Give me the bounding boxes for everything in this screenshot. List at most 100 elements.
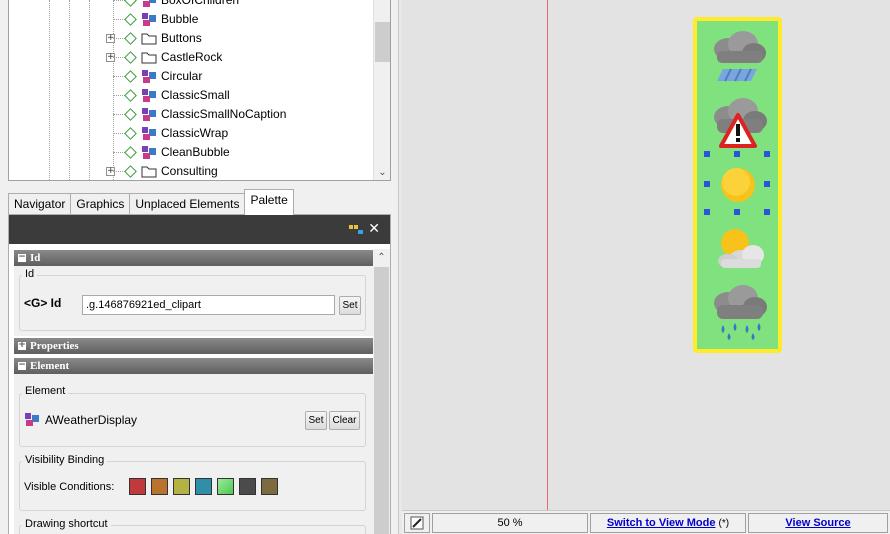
object-icon	[142, 108, 156, 121]
tree-item[interactable]: ClassicSmall	[9, 86, 369, 105]
section-header-properties[interactable]: + Properties	[14, 338, 373, 354]
scroll-up-icon[interactable]: ⌃	[376, 252, 387, 263]
collapse-icon[interactable]: −	[18, 361, 26, 370]
palette-toolbar: ✕	[9, 215, 390, 244]
object-icon	[142, 146, 156, 159]
edit-mode-button[interactable]	[404, 513, 430, 533]
palette-panel: ✕ − Id Id <G> Id .g.146876921ed_clipart …	[8, 215, 391, 534]
element-group-label: Element	[22, 385, 69, 397]
object-icon	[142, 89, 156, 102]
zoom-level[interactable]: 50 %	[432, 513, 588, 533]
selection-handle[interactable]	[704, 151, 710, 157]
design-canvas[interactable]	[402, 0, 890, 510]
tree-item[interactable]: ClassicWrap	[9, 124, 369, 143]
visibility-group-label: Visibility Binding	[22, 454, 108, 466]
tree-item[interactable]: Bubble	[9, 10, 369, 29]
status-bar: 50 % Switch to View Mode (*) View Source	[402, 510, 890, 534]
condition-swatch[interactable]	[195, 478, 212, 495]
diamond-icon	[124, 165, 137, 178]
tree-item-label: Consulting	[161, 164, 218, 178]
section-header-id[interactable]: − Id	[14, 250, 373, 266]
scroll-down-icon[interactable]: ⌄	[377, 167, 388, 178]
section-body-id: Id <G> Id .g.146876921ed_clipart Set	[14, 266, 373, 336]
selection-handle[interactable]	[704, 209, 710, 215]
switch-view-mode-suffix: (*)	[718, 518, 730, 529]
tree-item-label: Buttons	[161, 31, 202, 45]
tree-item[interactable]: BoxOfChildren	[9, 0, 369, 10]
selection-handle[interactable]	[734, 209, 740, 215]
element-name: AWeatherDisplay	[45, 413, 138, 427]
selection-handle[interactable]	[704, 181, 710, 187]
folder-icon	[141, 166, 157, 178]
tree-item[interactable]: + CastleRock	[9, 48, 369, 67]
palette-scrollbar-thumb[interactable]	[374, 267, 389, 534]
weather-element-icon	[25, 413, 39, 426]
tree-item-label: BoxOfChildren	[161, 0, 240, 7]
condition-swatch[interactable]	[217, 478, 234, 495]
diamond-icon	[124, 108, 137, 121]
condition-swatch[interactable]	[151, 478, 168, 495]
object-icon	[142, 70, 156, 83]
tree-scrollbar[interactable]: ⌄	[373, 0, 390, 180]
condition-swatch[interactable]	[129, 478, 146, 495]
tree-item-label: CleanBubble	[161, 145, 230, 159]
id-input[interactable]: .g.146876921ed_clipart	[82, 295, 335, 315]
switch-view-mode-label[interactable]: Switch to View Mode	[607, 517, 716, 529]
tab-graphics[interactable]: Graphics	[70, 193, 131, 215]
diamond-icon	[124, 89, 137, 102]
condition-swatch[interactable]	[261, 478, 278, 495]
tree-item-label: Bubble	[161, 12, 199, 26]
id-set-button[interactable]: Set	[339, 296, 361, 315]
condition-swatch[interactable]	[239, 478, 256, 495]
tree-item[interactable]: ClassicSmallNoCaption	[9, 105, 369, 124]
palette-scrollbar[interactable]: ⌃	[373, 249, 390, 534]
condition-swatch[interactable]	[173, 478, 190, 495]
tree-item-label: ClassicWrap	[161, 126, 229, 140]
diamond-icon	[124, 32, 137, 45]
tree-item-label: ClassicSmall	[161, 88, 230, 102]
tree-scrollbar-thumb[interactable]	[375, 22, 390, 62]
section-title: Element	[30, 360, 70, 372]
diamond-icon	[124, 13, 137, 26]
expand-icon[interactable]: +	[18, 341, 26, 350]
object-icon	[142, 127, 156, 140]
visible-conditions-label: Visible Conditions:	[24, 481, 115, 493]
collapse-icon[interactable]: −	[18, 253, 26, 262]
diamond-icon	[124, 146, 137, 159]
object-icon	[143, 0, 156, 7]
id-prefix-label: <G> Id	[24, 296, 62, 310]
left-panel: BoxOfChildren Bubble + Buttons + CastleRock Ci…	[0, 0, 398, 534]
view-source-label[interactable]: View Source	[785, 517, 850, 529]
id-group-label: Id	[22, 268, 38, 280]
page-boundary-line	[547, 0, 548, 510]
cloud-rain-icon	[714, 31, 766, 82]
diamond-icon	[124, 0, 137, 7]
tree-item[interactable]: Circular	[9, 67, 369, 86]
panel-tabs: Navigator Graphics Unplaced Elements Pal…	[8, 188, 294, 215]
element-set-button[interactable]: Set	[305, 411, 327, 430]
selection-handle[interactable]	[764, 151, 770, 157]
close-icon[interactable]: ✕	[368, 221, 380, 237]
pin-icon[interactable]	[348, 223, 364, 235]
section-header-element[interactable]: − Element	[14, 358, 373, 374]
tree-item[interactable]: + Buttons	[9, 29, 369, 48]
diamond-icon	[124, 70, 137, 83]
section-title: Properties	[30, 340, 79, 352]
tab-navigator[interactable]: Navigator	[8, 193, 72, 215]
view-source-link[interactable]: View Source	[748, 513, 888, 533]
tree-item[interactable]: + Consulting	[9, 162, 369, 180]
diamond-icon	[124, 51, 137, 64]
tree-item[interactable]: CleanBubble	[9, 143, 369, 162]
object-icon	[142, 13, 156, 26]
section-body-element: Element AWeatherDisplay Set Clear Visibi…	[14, 374, 373, 534]
selection-handle[interactable]	[764, 209, 770, 215]
switch-view-mode-link[interactable]: Switch to View Mode (*)	[590, 513, 746, 533]
tab-unplaced-elements[interactable]: Unplaced Elements	[129, 193, 246, 215]
tree-item-label: ClassicSmallNoCaption	[161, 107, 287, 121]
weather-display-widget[interactable]	[693, 17, 782, 353]
selection-handle[interactable]	[764, 181, 770, 187]
element-clear-button[interactable]: Clear	[329, 411, 360, 430]
tree-view[interactable]: BoxOfChildren Bubble + Buttons + CastleRock Ci…	[8, 0, 391, 181]
selection-handle[interactable]	[734, 151, 740, 157]
tab-palette[interactable]: Palette	[244, 189, 294, 215]
